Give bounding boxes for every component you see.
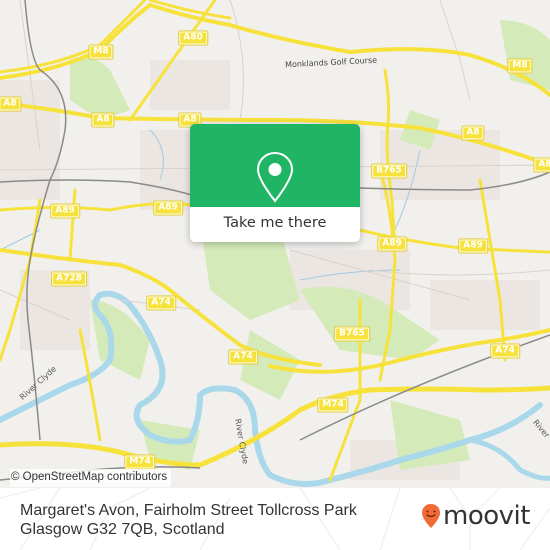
road-label-b765: B765	[371, 163, 407, 179]
popup-pointer	[269, 234, 281, 242]
road-label-b765: B765	[334, 326, 370, 342]
map-pin-icon	[256, 151, 294, 203]
address-line-1: Margaret's Avon, Fairholm Street Tollcro…	[20, 502, 357, 519]
location-popup: Take me there	[190, 124, 360, 242]
moovit-wordmark: moovit	[443, 501, 530, 531]
map-attribution[interactable]: © OpenStreetMap contributors	[10, 469, 172, 487]
moovit-logo[interactable]: moovit	[421, 498, 530, 534]
road-label-a74: A74	[146, 295, 176, 311]
road-label-m74: M74	[317, 397, 349, 413]
road-label-m8: M8	[88, 44, 114, 60]
road-label-a80: A80	[178, 30, 208, 46]
road-label-a8: A8	[0, 96, 22, 112]
address-line-2: Glasgow G32 7QB, Scotland	[20, 521, 225, 538]
moovit-pin-icon	[422, 504, 440, 528]
road-label-a8: A8	[533, 157, 550, 173]
map-view[interactable]: M8 A80 M8 A8 A8 A8 A8 A8 B765 A89 A89 A8…	[0, 0, 550, 488]
road-label-a8: A8	[461, 125, 485, 141]
road-label-a74: A74	[228, 349, 258, 365]
road-label-a89: A89	[153, 200, 183, 216]
footer: Margaret's Avon, Fairholm Street Tollcro…	[0, 488, 550, 550]
road-label-a89: A89	[50, 203, 80, 219]
address: Margaret's Avon, Fairholm Street Tollcro…	[20, 501, 380, 539]
road-label-a74: A74	[490, 343, 520, 359]
road-label-a89: A89	[377, 236, 407, 252]
popup-header	[190, 124, 360, 207]
road-label-a89: A89	[458, 238, 488, 254]
road-label-m8: M8	[507, 58, 533, 74]
road-label-a728: A728	[51, 271, 87, 287]
road-label-a8: A8	[91, 112, 115, 128]
road-label-m74: M74	[124, 454, 156, 470]
